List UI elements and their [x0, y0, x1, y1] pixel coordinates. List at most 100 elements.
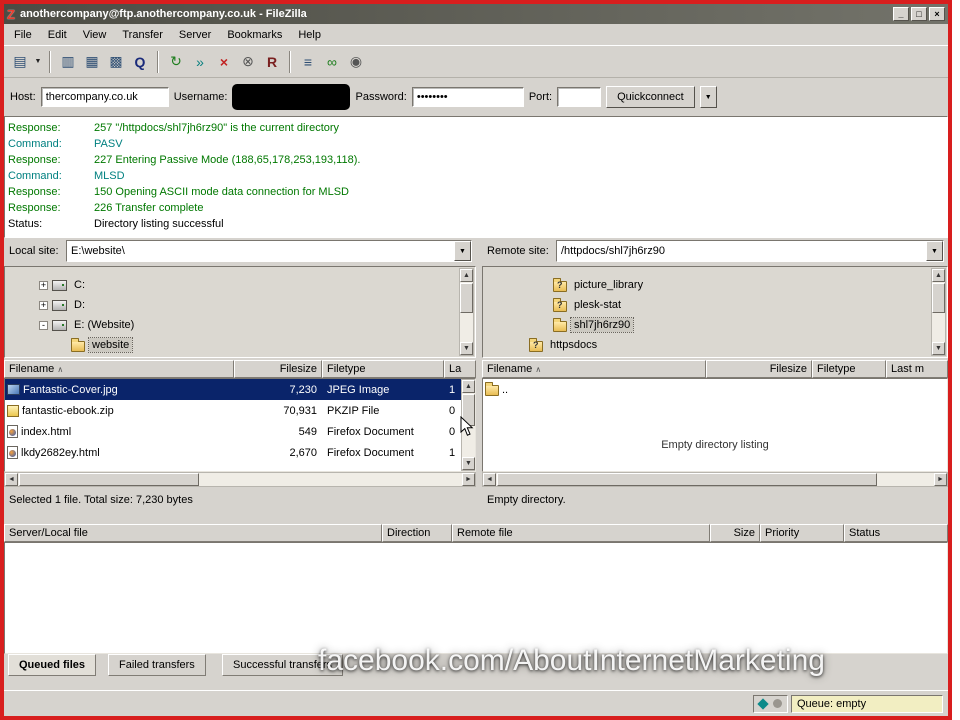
- tree-item-httpsdocs[interactable]: ? httpsdocs: [483, 335, 947, 355]
- file-row-index-html[interactable]: index.html 549 Firefox Document 0: [5, 421, 461, 442]
- file-row-fantastic-ebook[interactable]: fantastic-ebook.zip 70,931 PKZIP File 0: [5, 400, 461, 421]
- file-row-fantastic-cover[interactable]: Fantastic-Cover.jpg 7,230 JPEG Image 1: [5, 379, 461, 400]
- menu-file[interactable]: File: [6, 26, 40, 44]
- local-tree-toggle-icon[interactable]: ▦: [80, 50, 104, 74]
- scroll-right-icon[interactable]: ►: [462, 473, 475, 486]
- tree-item-plesk-stat[interactable]: ? plesk-stat: [483, 295, 947, 315]
- disconnect-icon[interactable]: ⊗: [236, 50, 260, 74]
- site-manager-dropdown-icon[interactable]: ▼: [32, 50, 44, 74]
- password-input[interactable]: [411, 87, 524, 107]
- password-label: Password:: [355, 91, 407, 103]
- scrollbar-thumb[interactable]: [460, 283, 473, 313]
- scroll-up-icon[interactable]: ▲: [932, 269, 945, 282]
- minimize-button[interactable]: _: [893, 7, 909, 21]
- remote-site-label: Remote site:: [487, 245, 549, 257]
- queue-toggle-icon[interactable]: Q: [128, 50, 152, 74]
- tree-item-drive-c[interactable]: + C:: [5, 275, 475, 295]
- column-header-filesize[interactable]: Filesize: [234, 360, 322, 378]
- local-tree-scrollbar[interactable]: ▲ ▼: [459, 268, 474, 356]
- file-last-modified: 1: [449, 383, 456, 396]
- scroll-up-icon[interactable]: ▲: [462, 380, 475, 393]
- scroll-left-icon[interactable]: ◄: [5, 473, 18, 486]
- open-folder-icon: [553, 317, 567, 332]
- remote-site-combo[interactable]: /httpdocs/shl7jh6rz90 ▼: [556, 240, 944, 262]
- scroll-right-icon[interactable]: ►: [934, 473, 947, 486]
- column-header-server-local-file[interactable]: Server/Local file: [4, 524, 382, 542]
- scroll-down-icon[interactable]: ▼: [932, 342, 945, 355]
- scrollbar-thumb[interactable]: [932, 283, 945, 313]
- drive-icon: [52, 279, 67, 291]
- column-header-lastmodified[interactable]: Last m: [886, 360, 948, 378]
- tab-failed-transfers[interactable]: Failed transfers: [108, 654, 206, 676]
- chevron-down-icon[interactable]: ▼: [454, 241, 471, 261]
- scroll-down-icon[interactable]: ▼: [460, 342, 473, 355]
- tree-item-drive-e[interactable]: - E: (Website): [5, 315, 475, 335]
- column-header-size[interactable]: Size: [710, 524, 760, 542]
- quickconnect-dropdown-icon[interactable]: ▼: [699, 86, 717, 108]
- maximize-button[interactable]: □: [911, 7, 927, 21]
- title-bar[interactable]: Z anothercompany@ftp.anothercompany.co.u…: [4, 4, 948, 24]
- file-size: 549: [298, 425, 317, 438]
- scroll-up-icon[interactable]: ▲: [460, 269, 473, 282]
- expand-toggle-icon[interactable]: +: [39, 300, 48, 310]
- host-input[interactable]: [40, 87, 169, 107]
- local-list-hscrollbar[interactable]: ◄ ►: [4, 472, 476, 487]
- column-header-direction[interactable]: Direction: [382, 524, 452, 542]
- toolbar-separator: [289, 50, 291, 73]
- column-header-filetype[interactable]: Filetype: [322, 360, 444, 378]
- tab-queued-files[interactable]: Queued files: [8, 654, 97, 676]
- column-header-lastmodified[interactable]: La: [444, 360, 476, 378]
- remote-tree-toggle-icon[interactable]: ▩: [104, 50, 128, 74]
- file-size: 2,670: [289, 446, 317, 459]
- username-input-redacted[interactable]: [232, 84, 351, 110]
- scrollbar-thumb[interactable]: [497, 473, 877, 486]
- column-header-filename[interactable]: Filename ∧: [482, 360, 706, 378]
- log-line: Command: PASV: [8, 138, 123, 150]
- column-header-filetype[interactable]: Filetype: [812, 360, 886, 378]
- tree-item-drive-d[interactable]: + D:: [5, 295, 475, 315]
- directory-comparison-icon[interactable]: ≡: [296, 50, 320, 74]
- process-queue-icon[interactable]: »: [188, 50, 212, 74]
- collapse-toggle-icon[interactable]: -: [39, 320, 48, 330]
- menu-server[interactable]: Server: [171, 26, 219, 44]
- local-site-combo[interactable]: E:\website\ ▼: [66, 240, 472, 262]
- menu-help[interactable]: Help: [290, 26, 329, 44]
- scroll-left-icon[interactable]: ◄: [483, 473, 496, 486]
- column-header-remote-file[interactable]: Remote file: [452, 524, 710, 542]
- file-row-lkdy2682ey[interactable]: lkdy2682ey.html 2,670 Firefox Document 1: [5, 442, 461, 463]
- synchronized-browsing-icon[interactable]: ∞: [320, 50, 344, 74]
- port-input[interactable]: [557, 87, 602, 107]
- statusbar-icons-cell: [753, 694, 788, 713]
- folder-icon: [485, 382, 499, 396]
- quickconnect-button[interactable]: Quickconnect: [606, 86, 695, 108]
- updir-label: ..: [502, 383, 509, 396]
- menu-edit[interactable]: Edit: [40, 26, 75, 44]
- menu-bookmarks[interactable]: Bookmarks: [219, 26, 290, 44]
- tree-item-shl7jh6rz90[interactable]: shl7jh6rz90: [483, 315, 947, 335]
- folder-unknown-icon: ?: [529, 337, 543, 352]
- column-header-priority[interactable]: Priority: [760, 524, 844, 542]
- cancel-icon[interactable]: ×: [212, 50, 236, 74]
- refresh-icon[interactable]: ↻: [164, 50, 188, 74]
- scrollbar-thumb[interactable]: [19, 473, 199, 486]
- updir-row[interactable]: ..: [483, 379, 947, 400]
- find-files-icon[interactable]: ◉: [344, 50, 368, 74]
- mouse-cursor: [460, 416, 474, 436]
- remote-list-hscrollbar[interactable]: ◄ ►: [482, 472, 948, 487]
- column-header-filesize[interactable]: Filesize: [706, 360, 812, 378]
- column-header-status[interactable]: Status: [844, 524, 948, 542]
- tree-item-website[interactable]: website: [5, 335, 475, 355]
- chevron-down-icon[interactable]: ▼: [926, 241, 943, 261]
- menu-transfer[interactable]: Transfer: [114, 26, 171, 44]
- tree-item-picture-library[interactable]: ? picture_library: [483, 275, 947, 295]
- menu-view[interactable]: View: [75, 26, 115, 44]
- site-manager-icon[interactable]: ▤: [8, 50, 32, 74]
- scroll-down-icon[interactable]: ▼: [462, 457, 475, 470]
- expand-toggle-icon[interactable]: +: [39, 280, 48, 290]
- close-button[interactable]: ×: [929, 7, 945, 21]
- message-log-toggle-icon[interactable]: ▥: [56, 50, 80, 74]
- tree-item-label: E: (Website): [74, 319, 135, 331]
- reconnect-icon[interactable]: R: [260, 50, 284, 74]
- remote-tree-scrollbar[interactable]: ▲ ▼: [931, 268, 946, 356]
- column-header-filename[interactable]: Filename ∧: [4, 360, 234, 378]
